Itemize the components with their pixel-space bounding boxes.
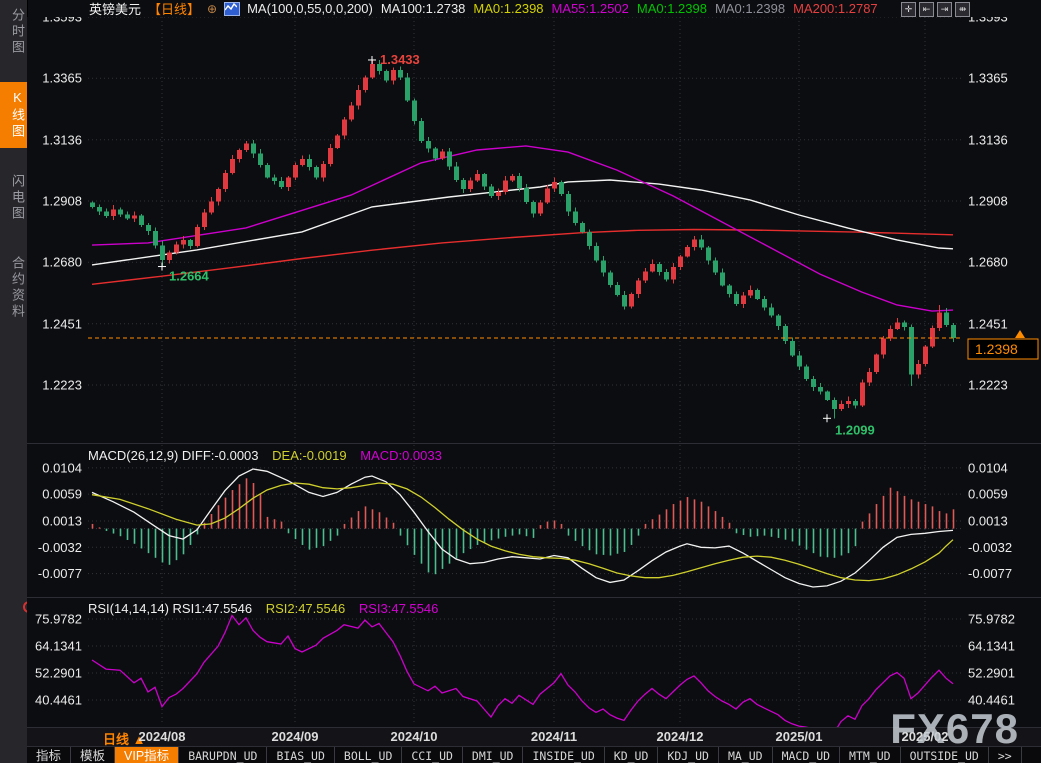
symbol-name: 英镑美元 bbox=[89, 0, 141, 18]
macd-dea-value: DEA:-0.0019 bbox=[272, 448, 346, 463]
rsi-axis-tick: 75.9782 bbox=[968, 612, 1015, 627]
pan-right-icon[interactable]: ⇻ bbox=[955, 2, 970, 17]
main-area: 英镑美元 【日线】 ⊕ MA(100,0,55,0,0,200) MA100:1.… bbox=[27, 0, 1041, 763]
macd-hist-value: MACD:0.0033 bbox=[360, 448, 442, 463]
indicator-tab-macd-ud[interactable]: MACD_UD bbox=[773, 747, 840, 763]
left-sidebar: 分时图 K线图闪电图合约资料 bbox=[0, 0, 28, 763]
rsi-axis-tick: 75.9782 bbox=[35, 612, 82, 627]
trading-app-window: 分时图 K线图闪电图合约资料 英镑美元 【日线】 ⊕ MA(100,0,55,0,… bbox=[0, 0, 1041, 763]
indicator-tab-bar: 指标模板VIP指标BARUPDN_UDBIAS_UDBOLL_UDCCI_UDD… bbox=[27, 746, 1041, 763]
period-tag: 【日线】 bbox=[148, 0, 200, 18]
ma-legend: MA(100,0,55,0,0,200) MA100:1.2738 MA0:1.23… bbox=[247, 1, 886, 16]
indicator-tab-cci-ud[interactable]: CCI_UD bbox=[402, 747, 463, 763]
annotation-high: 1.3433 bbox=[380, 52, 420, 67]
time-axis-label: 2025/02 bbox=[902, 729, 949, 744]
price-axis-tick: 1.3365 bbox=[968, 71, 1008, 86]
indicator-tab--[interactable]: 指标 bbox=[27, 747, 71, 763]
time-axis-label: 2024/10 bbox=[391, 729, 438, 744]
price-axis-tick: 1.3136 bbox=[42, 132, 82, 147]
time-axis-label: 2024/08 bbox=[139, 729, 186, 744]
indicator-tab-outside-ud[interactable]: OUTSIDE_UD bbox=[901, 747, 989, 763]
rsi-legend: RSI(14,14,14) RSI1:47.5546 RSI2:47.5546 … bbox=[88, 601, 438, 616]
price-axis-tick: 1.3593 bbox=[968, 17, 1008, 25]
time-axis-label: 2024/09 bbox=[272, 729, 319, 744]
macd-axis-tick: -0.0077 bbox=[38, 566, 82, 581]
time-axis: 日线 ▲ 2024/082024/092024/102024/112024/12… bbox=[27, 727, 1041, 746]
price-axis-tick: 1.2680 bbox=[968, 255, 1008, 270]
price-axis-tick: 1.2451 bbox=[968, 316, 1008, 331]
chart-header: 英镑美元 【日线】 ⊕ MA(100,0,55,0,0,200) MA100:1.… bbox=[27, 0, 1041, 17]
ma-legend-item-4: MA0:1.2398 bbox=[637, 1, 707, 16]
candlestick-chart-icon[interactable] bbox=[224, 2, 240, 16]
price-axis-tick: 1.2451 bbox=[42, 316, 82, 331]
rsi-axis-tick: 64.1341 bbox=[35, 639, 82, 654]
price-axis-tick: 1.3365 bbox=[42, 71, 82, 86]
macd-axis-tick: 0.0013 bbox=[42, 514, 82, 529]
macd-axis-tick: 0.0013 bbox=[968, 514, 1008, 529]
time-axis-label: 2024/11 bbox=[531, 729, 577, 744]
rsi2-value: RSI2:47.5546 bbox=[266, 601, 346, 616]
ma-legend-item-6: MA200:1.2787 bbox=[793, 1, 878, 16]
chart-canvas[interactable]: 1.3593 1.3593 1.3365 1.3365 1.3136 1.3136 1.29… bbox=[27, 17, 1041, 727]
time-axis-label: 2025/01 bbox=[776, 729, 823, 744]
sidebar-tab-3[interactable]: 合约资料 bbox=[0, 248, 27, 328]
indicator-tab-bias-ud[interactable]: BIAS_UD bbox=[267, 747, 334, 763]
indicator-tab-kdj-ud[interactable]: KDJ_UD bbox=[658, 747, 719, 763]
price-axis-tick: 1.2223 bbox=[42, 377, 82, 392]
crosshair-icon[interactable]: ✛ bbox=[901, 2, 916, 17]
price-axis-tick: 1.2908 bbox=[42, 193, 82, 208]
rsi-axis-tick: 52.2901 bbox=[35, 666, 82, 681]
ma-legend-item-5: MA0:1.2398 bbox=[715, 1, 785, 16]
sidebar-tab-1[interactable]: K线图 bbox=[0, 82, 27, 148]
annotation-low-jan: 1.2099 bbox=[835, 422, 875, 437]
rsi1-value: RSI(14,14,14) RSI1:47.5546 bbox=[88, 601, 252, 616]
ma-legend-item-3: MA55:1.2502 bbox=[552, 1, 629, 16]
price-axis-tick: 1.2908 bbox=[968, 193, 1008, 208]
ma-legend-item-0: MA(100,0,55,0,0,200) bbox=[247, 1, 373, 16]
macd-axis-tick: -0.0077 bbox=[968, 566, 1012, 581]
rsi-axis-tick: 40.4461 bbox=[35, 692, 82, 707]
indicator-tab-inside-ud[interactable]: INSIDE_UD bbox=[523, 747, 604, 763]
time-axis-label: 2024/12 bbox=[657, 729, 704, 744]
macd-axis-tick: 0.0104 bbox=[968, 460, 1008, 475]
last-price-tag: 1.2398 bbox=[975, 341, 1018, 357]
rsi3-value: RSI3:47.5546 bbox=[359, 601, 439, 616]
indicator-tab--[interactable]: >> bbox=[989, 747, 1022, 763]
macd-axis-tick: 0.0059 bbox=[42, 487, 82, 502]
scale-left-icon[interactable]: ⇤ bbox=[919, 2, 934, 17]
macd-diff-value: MACD(26,12,9) DIFF:-0.0003 bbox=[88, 448, 259, 463]
annotation-low-aug: 1.2664 bbox=[169, 269, 210, 284]
window-toolbar: ✛⇤⇥⇻ bbox=[901, 2, 970, 17]
price-axis-tick: 1.2223 bbox=[968, 377, 1008, 392]
indicator-tab-ma-ud[interactable]: MA_UD bbox=[719, 747, 773, 763]
indicator-tab-dmi-ud[interactable]: DMI_UD bbox=[463, 747, 524, 763]
macd-axis-tick: -0.0032 bbox=[968, 540, 1012, 555]
indicator-tab-kd-ud[interactable]: KD_UD bbox=[605, 747, 659, 763]
indicator-tab-barupdn-ud[interactable]: BARUPDN_UD bbox=[179, 747, 267, 763]
macd-axis-tick: -0.0032 bbox=[38, 540, 82, 555]
sidebar-tab-0[interactable]: 分时图 bbox=[0, 0, 27, 64]
indicator-tab-boll-ud[interactable]: BOLL_UD bbox=[335, 747, 402, 763]
price-axis-tick: 1.3136 bbox=[968, 132, 1008, 147]
ma-legend-item-1: MA100:1.2738 bbox=[381, 1, 466, 16]
rsi-axis-tick: 40.4461 bbox=[968, 692, 1015, 707]
indicator-tab-vip-[interactable]: VIP指标 bbox=[115, 747, 179, 763]
rsi-axis-tick: 52.2901 bbox=[968, 666, 1015, 681]
indicator-tab-mtm-ud[interactable]: MTM_UD bbox=[840, 747, 901, 763]
price-axis-tick: 1.2680 bbox=[42, 255, 82, 270]
macd-axis-tick: 0.0104 bbox=[42, 460, 82, 475]
circle-plus-icon[interactable]: ⊕ bbox=[207, 2, 217, 16]
chart-area: 1.3593 1.3593 1.3365 1.3365 1.3136 1.3136 1.29… bbox=[27, 17, 1041, 727]
rsi-axis-tick: 64.1341 bbox=[968, 639, 1015, 654]
macd-axis-tick: 0.0059 bbox=[968, 487, 1008, 502]
ma-legend-item-2: MA0:1.2398 bbox=[473, 1, 543, 16]
scale-right-icon[interactable]: ⇥ bbox=[937, 2, 952, 17]
sidebar-tab-2[interactable]: 闪电图 bbox=[0, 166, 27, 230]
indicator-tab--[interactable]: 模板 bbox=[71, 747, 115, 763]
macd-legend: MACD(26,12,9) DIFF:-0.0003 DEA:-0.0019 M… bbox=[88, 448, 442, 463]
price-axis-tick: 1.3593 bbox=[42, 17, 82, 25]
